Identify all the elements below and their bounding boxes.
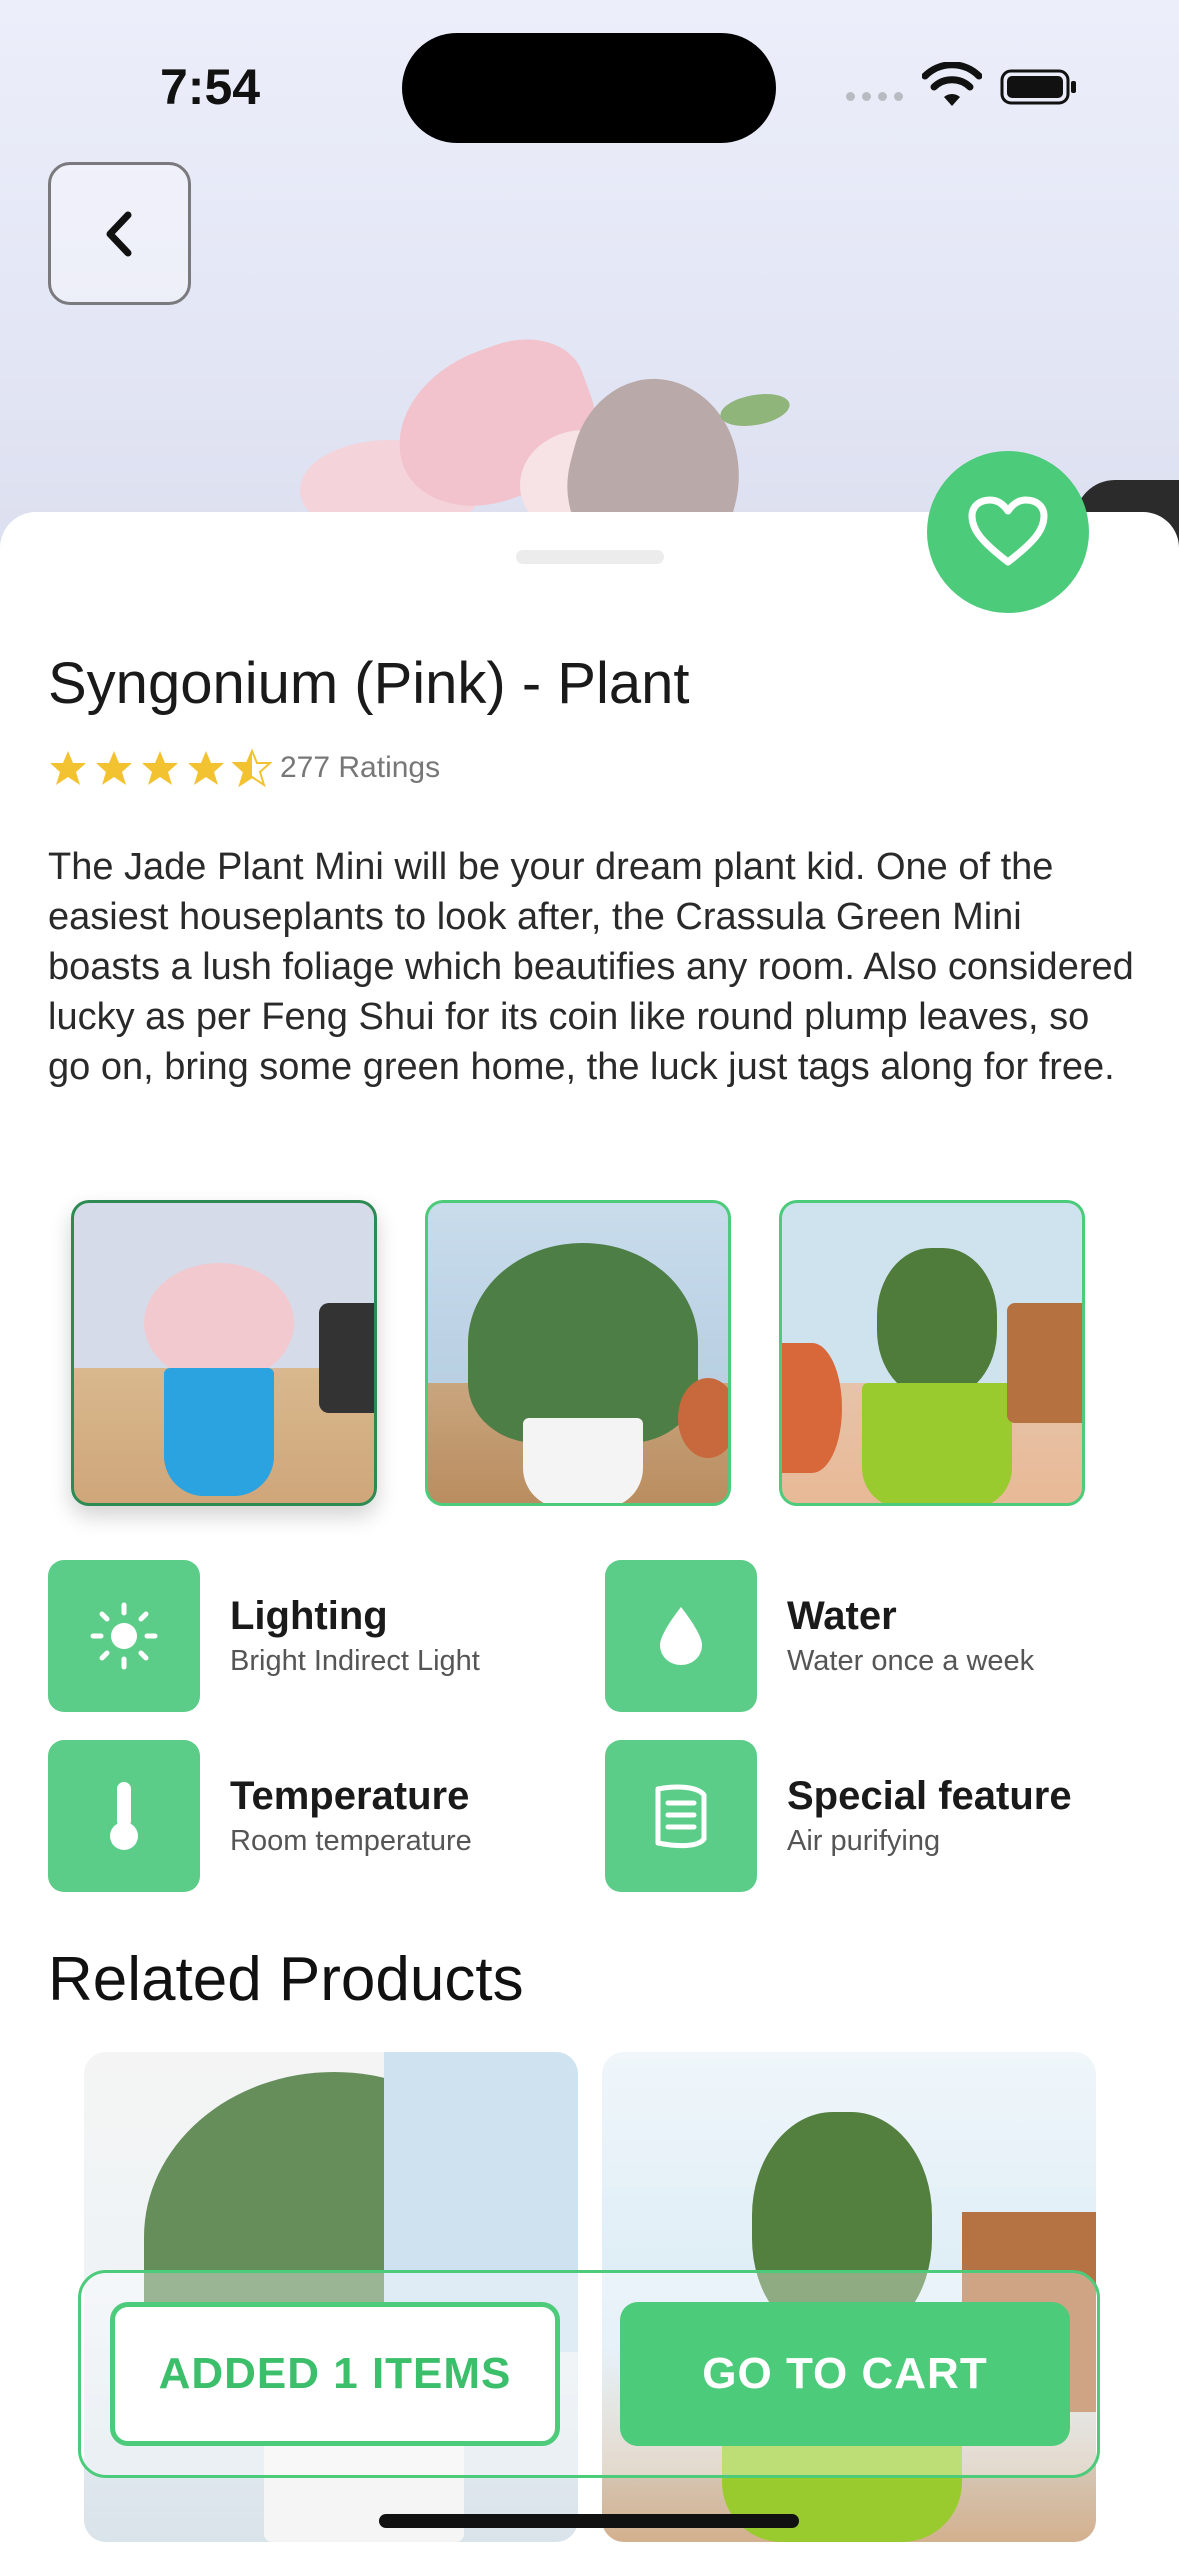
half-star-icon	[232, 748, 272, 788]
cellular-signal-icon	[846, 92, 903, 101]
star-icon	[50, 751, 86, 785]
status-time: 7:54	[160, 59, 261, 115]
care-value: Air purifying	[787, 1825, 941, 1857]
care-lighting: Lighting Bright Indirect Light	[48, 1560, 480, 1712]
added-items-button[interactable]: ADDED 1 ITEMS	[110, 2302, 560, 2446]
heart-icon	[968, 496, 1048, 566]
thermometer-icon	[110, 1782, 138, 1850]
back-button[interactable]	[48, 162, 191, 305]
sheet-grabber[interactable]	[516, 550, 664, 564]
sun-icon	[90, 1602, 158, 1670]
product-title: Syngonium (Pink) - Plant	[48, 651, 690, 716]
care-title: Lighting	[230, 1594, 388, 1638]
rating-stars: 277 Ratings	[48, 748, 440, 788]
chevron-left-icon	[106, 211, 131, 256]
care-title: Temperature	[230, 1774, 470, 1818]
star-icon	[188, 751, 224, 785]
thumbnail-image-2[interactable]	[425, 1200, 731, 1506]
product-description: The Jade Plant Mini will be your dream p…	[48, 846, 1134, 1088]
leaf-filter-icon	[655, 1784, 707, 1849]
home-indicator[interactable]	[379, 2514, 799, 2528]
care-value: Room temperature	[230, 1825, 472, 1857]
thumbnail-image-1[interactable]	[71, 1200, 377, 1506]
water-drop-icon	[660, 1607, 702, 1665]
related-products-heading: Related Products	[48, 1945, 524, 2014]
dynamic-island	[402, 33, 776, 143]
favorite-button[interactable]	[927, 451, 1089, 613]
battery-icon	[1000, 69, 1076, 105]
go-to-cart-button[interactable]: GO TO CART	[620, 2302, 1070, 2446]
care-title: Special feature	[787, 1774, 1072, 1818]
ratings-count: 277 Ratings	[280, 751, 441, 784]
care-title: Water	[787, 1594, 897, 1638]
wifi-icon	[922, 62, 982, 106]
star-icon	[96, 751, 132, 785]
care-special-feature: Special feature Air purifying	[605, 1740, 1072, 1892]
thumbnail-image-3[interactable]	[779, 1200, 1085, 1506]
care-water: Water Water once a week	[605, 1560, 1034, 1712]
care-value: Bright Indirect Light	[230, 1645, 480, 1677]
star-icon	[142, 751, 178, 785]
care-temperature: Temperature Room temperature	[48, 1740, 472, 1892]
care-value: Water once a week	[787, 1645, 1035, 1677]
